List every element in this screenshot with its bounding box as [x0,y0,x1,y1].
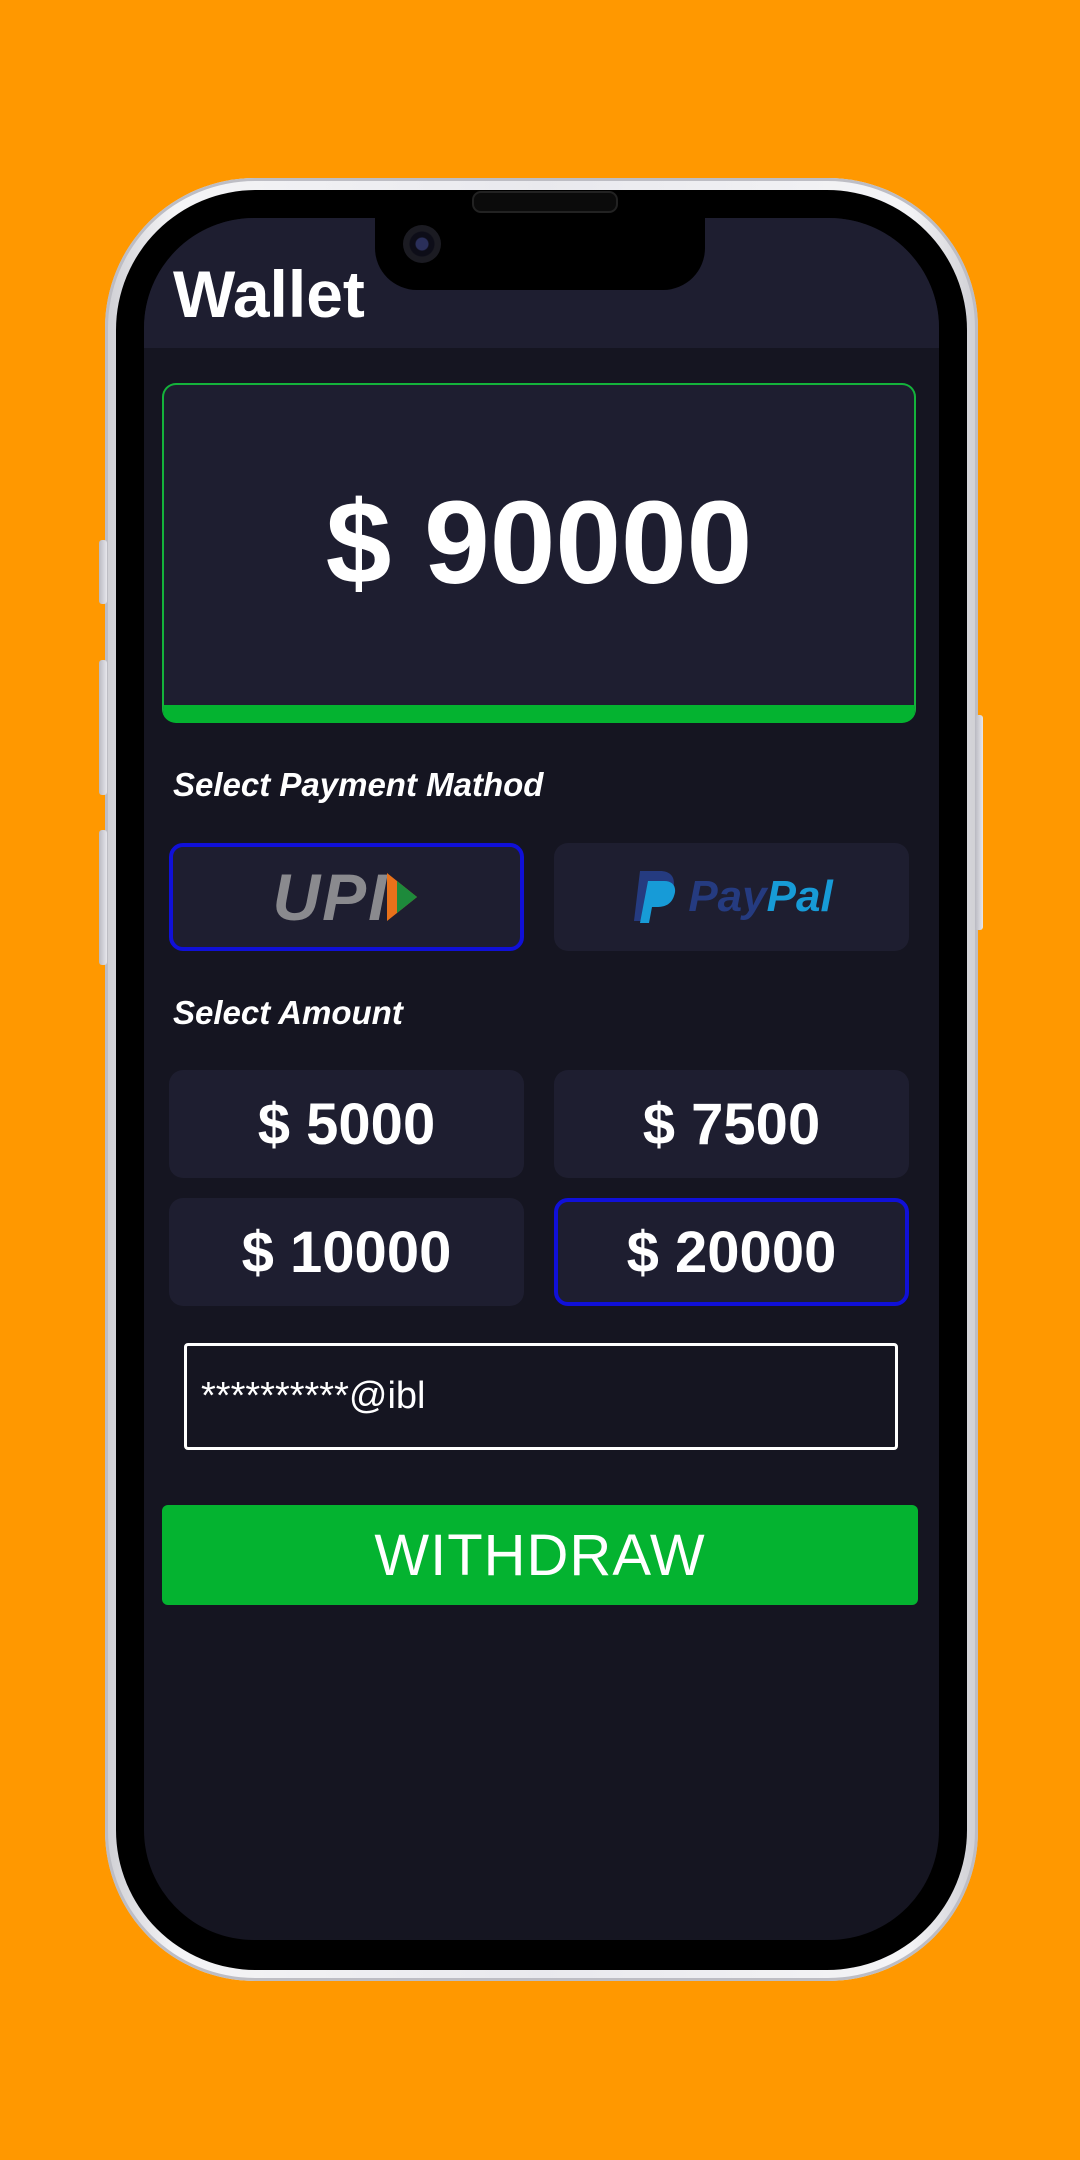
payment-option-upi[interactable]: UPI [169,843,524,951]
amount-option-20000[interactable]: $ 20000 [554,1198,909,1306]
select-amount-label: Select Amount [173,994,403,1031]
amount-option-label: $ 10000 [241,1219,452,1285]
balance-card: $ 90000 [162,383,916,723]
amount-option-label: $ 7500 [642,1091,821,1157]
mute-switch [99,540,107,604]
page-title: Wallet [173,257,365,331]
upi-arrow-icon [386,873,417,921]
volume-up-button [99,660,107,795]
camera-icon [403,225,441,263]
app-screen: Wallet $ 90000 Select Payment Mathod UPI… [144,218,939,1940]
amount-option-label: $ 5000 [257,1091,436,1157]
volume-down-button [99,830,107,965]
amount-option-7500[interactable]: $ 7500 [554,1070,909,1178]
amount-option-10000[interactable]: $ 10000 [169,1198,524,1306]
payment-method-label: Select Payment Mathod [173,766,544,803]
speaker-grille [472,191,618,213]
upi-logo: UPI [272,859,420,935]
upi-id-input[interactable] [184,1343,898,1450]
amount-option-5000[interactable]: $ 5000 [169,1070,524,1178]
withdraw-button[interactable]: WITHDRAW [162,1505,918,1605]
amount-option-label: $ 20000 [626,1219,837,1285]
payment-option-paypal[interactable]: PayPal [554,843,909,951]
paypal-icon [634,871,676,923]
paypal-logo: PayPal [630,869,833,925]
power-button [975,715,983,930]
balance-amount: $ 90000 [325,477,753,609]
